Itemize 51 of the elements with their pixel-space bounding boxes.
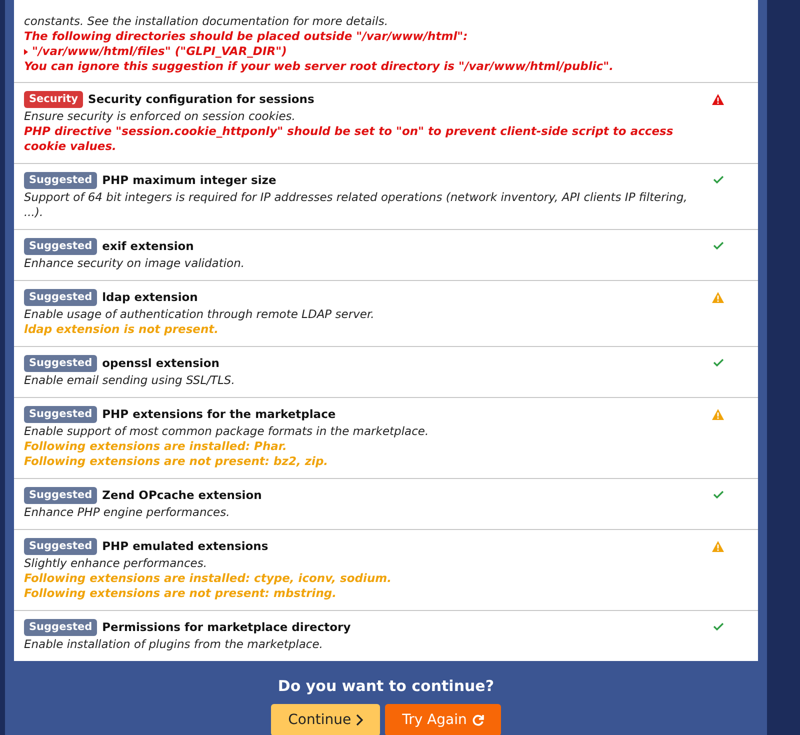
check-message: The following directories should be placed outside "/var/www/html":	[24, 29, 469, 44]
check-title: PHP emulated extensions	[102, 539, 268, 554]
check-title: Zend OPcache extension	[102, 488, 262, 503]
check-title: exif extension	[102, 239, 194, 254]
check-message: Following extensions are installed: Phar.	[24, 439, 288, 454]
check-description: Enhance security on image validation.	[24, 256, 246, 271]
category-badge: Suggested	[24, 619, 98, 636]
category-badge: Suggested	[24, 355, 98, 372]
continue-button[interactable]: Continue	[271, 704, 380, 735]
chevron-right-icon	[356, 714, 364, 726]
check-message: You can ignore this suggestion if your web server root directory is "/var/www/html/public".	[24, 59, 614, 74]
category-badge: Suggested	[24, 238, 98, 255]
check-title: ldap extension	[102, 290, 198, 305]
check-description: Enhance PHP engine performances.	[24, 505, 231, 520]
check-icon	[712, 241, 724, 250]
check-description: Ensure security is enforced on session cookies.	[24, 109, 296, 124]
check-title: PHP maximum integer size	[102, 173, 276, 188]
warning-icon	[712, 409, 724, 420]
warning-icon	[712, 541, 724, 552]
category-badge: Security	[24, 91, 84, 108]
check-message: "/var/www/html/files" ("GLPI_VAR_DIR")	[32, 44, 287, 59]
check-description: Enable usage of authentication through remote LDAP server.	[24, 307, 376, 322]
category-badge: Suggested	[24, 172, 98, 189]
check-description: Slightly enhance performances.	[24, 556, 208, 571]
category-badge: Suggested	[24, 289, 98, 306]
category-badge: Suggested	[24, 406, 98, 423]
check-message: Following extensions are not present: mbstring.	[24, 586, 338, 601]
refresh-icon	[472, 714, 484, 726]
check-description: Support of 64 bit integers is required for IP addresses related operations (network inventory, API clients IP filtering, ...).	[24, 190, 688, 220]
bullet-icon	[24, 48, 28, 54]
check-message: PHP directive "session.cookie_httponly" should be set to "on" to prevent client-side script to access cookie values.	[24, 124, 674, 154]
check-description: Enable support of most common package formats in the marketplace.	[24, 424, 430, 439]
warning-icon	[712, 292, 724, 303]
check-icon	[712, 175, 724, 184]
category-badge: Suggested	[24, 538, 98, 555]
warning-icon	[712, 94, 724, 105]
continue-question: Do you want to continue?	[278, 677, 494, 695]
check-description: Enable email sending using SSL/TLS.	[24, 373, 236, 388]
check-description: Enable installation of plugins from the marketplace.	[24, 637, 324, 652]
check-title: Permissions for marketplace directory	[102, 620, 351, 635]
check-title: Security configuration for sessions	[88, 92, 314, 107]
check-icon	[712, 622, 724, 631]
check-icon	[712, 358, 724, 367]
check-icon	[712, 490, 724, 499]
category-badge: Suggested	[24, 487, 98, 504]
check-description: constants. See the installation documentation for more details.	[24, 14, 389, 29]
check-message: Following extensions are not present: bz2, zip.	[24, 454, 330, 469]
check-title: PHP extensions for the marketplace	[102, 407, 336, 422]
check-message: Following extensions are installed: ctype, iconv, sodium.	[24, 571, 392, 586]
check-message: ldap extension is not present.	[24, 322, 220, 337]
check-title: openssl extension	[102, 356, 220, 371]
